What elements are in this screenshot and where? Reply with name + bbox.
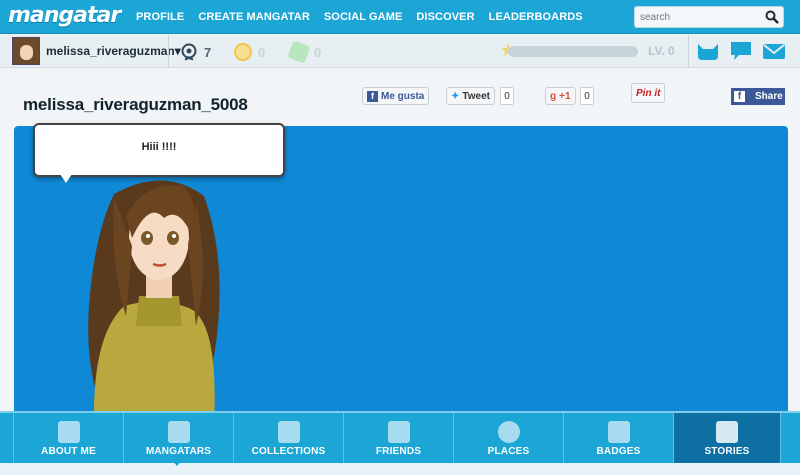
tab-stories[interactable]: STORIES (674, 413, 781, 463)
mangatars-icon (167, 421, 190, 443)
twitter-icon: ✦ (451, 90, 460, 102)
user-bar: melissa_riveraguzman▾ 7 0 0 ★ LV. 0 (0, 35, 800, 68)
pinterest-button[interactable]: Pin it (631, 83, 666, 103)
badges-icon (607, 421, 630, 443)
tweet-button[interactable]: ✦ Tweet (446, 87, 495, 105)
speech-text: Hiii !!!! (141, 141, 177, 153)
cat-icon[interactable] (696, 40, 720, 62)
nav-create-mangatar[interactable]: CREATE MANGATAR (198, 11, 310, 23)
nav-leaderboards[interactable]: LEADERBOARDS (489, 11, 583, 23)
facebook-share-button[interactable]: f Share (731, 88, 785, 105)
google-plus-button[interactable]: g +1 (545, 87, 576, 105)
top-nav: mangatar PROFILE CREATE MANGATAR SOCIAL … (0, 0, 800, 34)
tab-collections[interactable]: COLLECTIONS (234, 413, 344, 463)
gems-count: 0 (314, 44, 322, 60)
search-box (634, 6, 784, 28)
facebook-like-button[interactable]: f Me gusta (362, 87, 430, 105)
tab-about-me[interactable]: ABOUT ME (14, 413, 124, 463)
stories-icon (716, 421, 738, 443)
level-label: LV. 0 (648, 44, 675, 58)
facebook-icon: f (734, 91, 745, 102)
places-icon (497, 421, 520, 443)
page-title: melissa_riveraguzman_5008 (23, 95, 248, 114)
stat-badges[interactable]: 7 (180, 43, 211, 61)
username: melissa_riveraguzman (46, 44, 175, 58)
about-icon (57, 421, 80, 443)
badges-count: 7 (204, 44, 212, 60)
stat-gems[interactable]: 0 (287, 40, 322, 64)
nav-profile[interactable]: PROFILE (136, 11, 184, 23)
collections-icon (277, 421, 300, 443)
nav-discover[interactable]: DISCOVER (416, 11, 474, 23)
friends-icon (387, 421, 410, 443)
nav-social-game[interactable]: SOCIAL GAME (324, 11, 403, 23)
chat-icon[interactable] (729, 40, 753, 62)
xp-progress-bar (508, 46, 638, 57)
search-icon[interactable] (765, 10, 779, 24)
mail-icon[interactable] (762, 40, 786, 62)
tab-bar-footer (0, 463, 800, 475)
search-input[interactable] (635, 7, 763, 28)
google-plus-count: 0 (580, 87, 594, 105)
gem-icon (287, 40, 311, 64)
badge-icon (181, 43, 197, 61)
mangatar-logo[interactable]: mangatar (8, 3, 121, 28)
tweet-count: 0 (500, 87, 514, 105)
divider (168, 35, 169, 68)
tab-places[interactable]: PLACES (454, 413, 564, 463)
tab-friends[interactable]: FRIENDS (344, 413, 454, 463)
tab-badges[interactable]: BADGES (564, 413, 674, 463)
main-nav: PROFILE CREATE MANGATAR SOCIAL GAME DISC… (136, 0, 597, 34)
tab-mangatars[interactable]: MANGATARS (124, 413, 234, 463)
stat-coins[interactable]: 0 (234, 43, 265, 61)
tab-spacer (0, 413, 14, 463)
speech-bubble: Hiii !!!! (33, 123, 285, 177)
avatar[interactable] (12, 37, 40, 65)
tab-pointer-icon (171, 459, 183, 466)
divider (688, 35, 689, 68)
user-menu[interactable]: melissa_riveraguzman▾ (46, 44, 181, 58)
google-plus-icon: g (550, 90, 557, 102)
coin-icon (234, 43, 252, 61)
facebook-icon: f (367, 90, 378, 102)
speech-bubble-tail (60, 174, 72, 183)
coins-count: 0 (258, 44, 266, 60)
